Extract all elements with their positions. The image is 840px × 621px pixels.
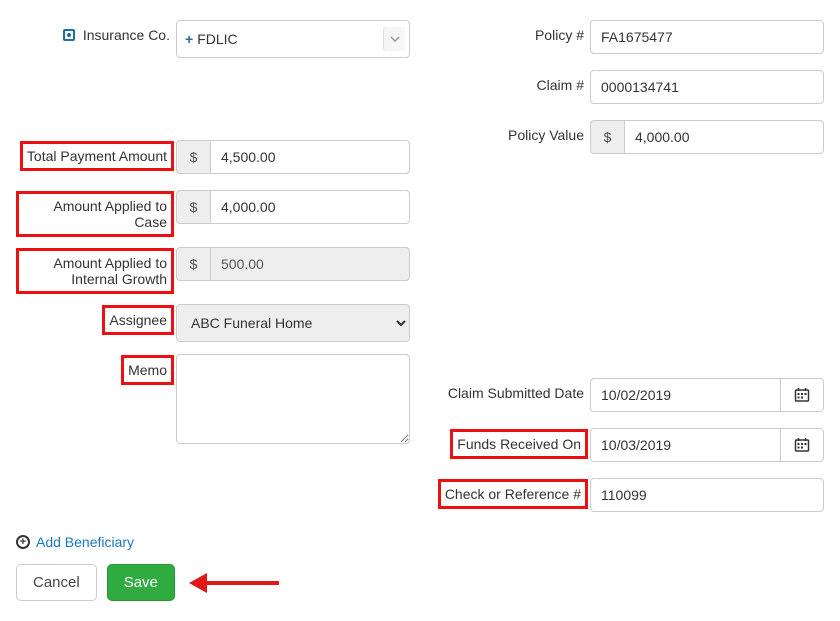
currency-addon: $ — [176, 140, 210, 174]
card-icon — [63, 29, 75, 41]
row-assignee: Assignee ABC Funeral Home — [16, 304, 410, 344]
label-insurance-co-text: Insurance Co. — [83, 27, 170, 43]
currency-addon: $ — [176, 190, 210, 224]
currency-addon: $ — [176, 247, 210, 281]
row-policy-no: Policy # — [430, 20, 824, 60]
label-policy-value: Policy Value — [430, 120, 590, 145]
plus-circle-icon: + — [16, 535, 30, 549]
label-memo: Memo — [121, 355, 174, 385]
label-check-ref: Check or Reference # — [438, 479, 588, 509]
row-insurance-co: Insurance Co. +FDLIC — [16, 20, 410, 60]
right-column: Policy # Claim # Policy Value $ Claim Su… — [420, 20, 824, 528]
amount-growth-input — [210, 247, 410, 281]
label-claim-no: Claim # — [430, 70, 590, 95]
row-funds-received: Funds Received On — [430, 428, 824, 468]
row-claim-no: Claim # — [430, 70, 824, 110]
memo-textarea[interactable] — [176, 354, 410, 444]
label-claim-submitted: Claim Submitted Date — [430, 378, 590, 403]
form-area: Insurance Co. +FDLIC Total Payment Amoun… — [16, 20, 824, 528]
plus-icon: + — [185, 31, 193, 47]
label-amount-growth: Amount Applied to Internal Growth — [16, 248, 174, 294]
label-insurance-co: Insurance Co. — [16, 20, 176, 45]
policy-value-input[interactable] — [624, 120, 824, 154]
label-total-payment: Total Payment Amount — [20, 141, 174, 171]
calendar-icon[interactable] — [780, 428, 824, 462]
calendar-icon[interactable] — [780, 378, 824, 412]
chevron-down-icon[interactable] — [383, 27, 405, 51]
currency-addon: $ — [590, 120, 624, 154]
row-amount-growth: Amount Applied to Internal Growth $ — [16, 247, 410, 294]
label-amount-case: Amount Applied to Case — [16, 191, 174, 237]
row-total-payment: Total Payment Amount $ — [16, 140, 410, 180]
total-payment-input[interactable] — [210, 140, 410, 174]
label-assignee: Assignee — [102, 305, 174, 335]
claim-no-input[interactable] — [590, 70, 824, 104]
add-beneficiary-link[interactable]: + Add Beneficiary — [16, 534, 134, 550]
claim-submitted-input[interactable] — [590, 378, 780, 412]
funds-received-input[interactable] — [590, 428, 780, 462]
row-policy-value: Policy Value $ — [430, 120, 824, 160]
row-memo: Memo — [16, 354, 410, 444]
row-amount-case: Amount Applied to Case $ — [16, 190, 410, 237]
amount-case-input[interactable] — [210, 190, 410, 224]
row-check-ref: Check or Reference # — [430, 478, 824, 518]
assignee-select[interactable]: ABC Funeral Home — [176, 304, 410, 342]
insurance-co-value-text: FDLIC — [197, 31, 237, 47]
insurance-co-select[interactable]: +FDLIC — [176, 20, 410, 58]
left-column: Insurance Co. +FDLIC Total Payment Amoun… — [16, 20, 420, 528]
check-ref-input[interactable] — [590, 478, 824, 512]
insurance-co-value: +FDLIC — [185, 31, 238, 47]
policy-no-input[interactable] — [590, 20, 824, 54]
label-policy-no: Policy # — [430, 20, 590, 45]
row-claim-submitted: Claim Submitted Date — [430, 378, 824, 418]
label-funds-received: Funds Received On — [450, 429, 588, 459]
add-beneficiary-label: Add Beneficiary — [36, 534, 134, 550]
